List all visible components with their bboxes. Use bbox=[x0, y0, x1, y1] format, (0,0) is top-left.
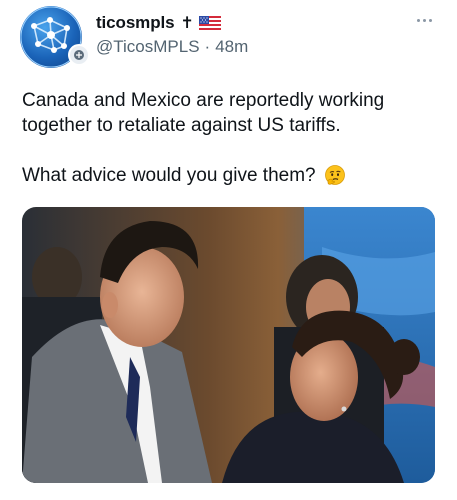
photo-image bbox=[22, 207, 435, 483]
tweet-text-paragraph-2: What advice would you give them? bbox=[22, 165, 316, 186]
tweet: ticosmpls ✝ @TicosMPLS · 48m Canada and … bbox=[0, 0, 457, 500]
more-options-icon[interactable] bbox=[410, 12, 438, 28]
author-name-row[interactable]: ticosmpls ✝ bbox=[96, 13, 221, 33]
author-meta: @TicosMPLS · 48m bbox=[96, 37, 248, 57]
avatar-badge-icon bbox=[68, 44, 90, 66]
tweet-photo[interactable] bbox=[22, 207, 435, 483]
cross-symbol: ✝ bbox=[180, 15, 194, 32]
tweet-text: Canada and Mexico are reportedly working… bbox=[22, 88, 442, 188]
thinking-face-emoji bbox=[324, 164, 345, 185]
tweet-text-paragraph-1: Canada and Mexico are reportedly working… bbox=[22, 90, 385, 136]
timestamp[interactable]: 48m bbox=[215, 37, 248, 57]
meta-separator: · bbox=[204, 37, 211, 56]
author-display-name: ticosmpls bbox=[96, 13, 175, 32]
author-handle[interactable]: @TicosMPLS bbox=[96, 37, 200, 57]
us-flag-icon bbox=[198, 16, 221, 30]
